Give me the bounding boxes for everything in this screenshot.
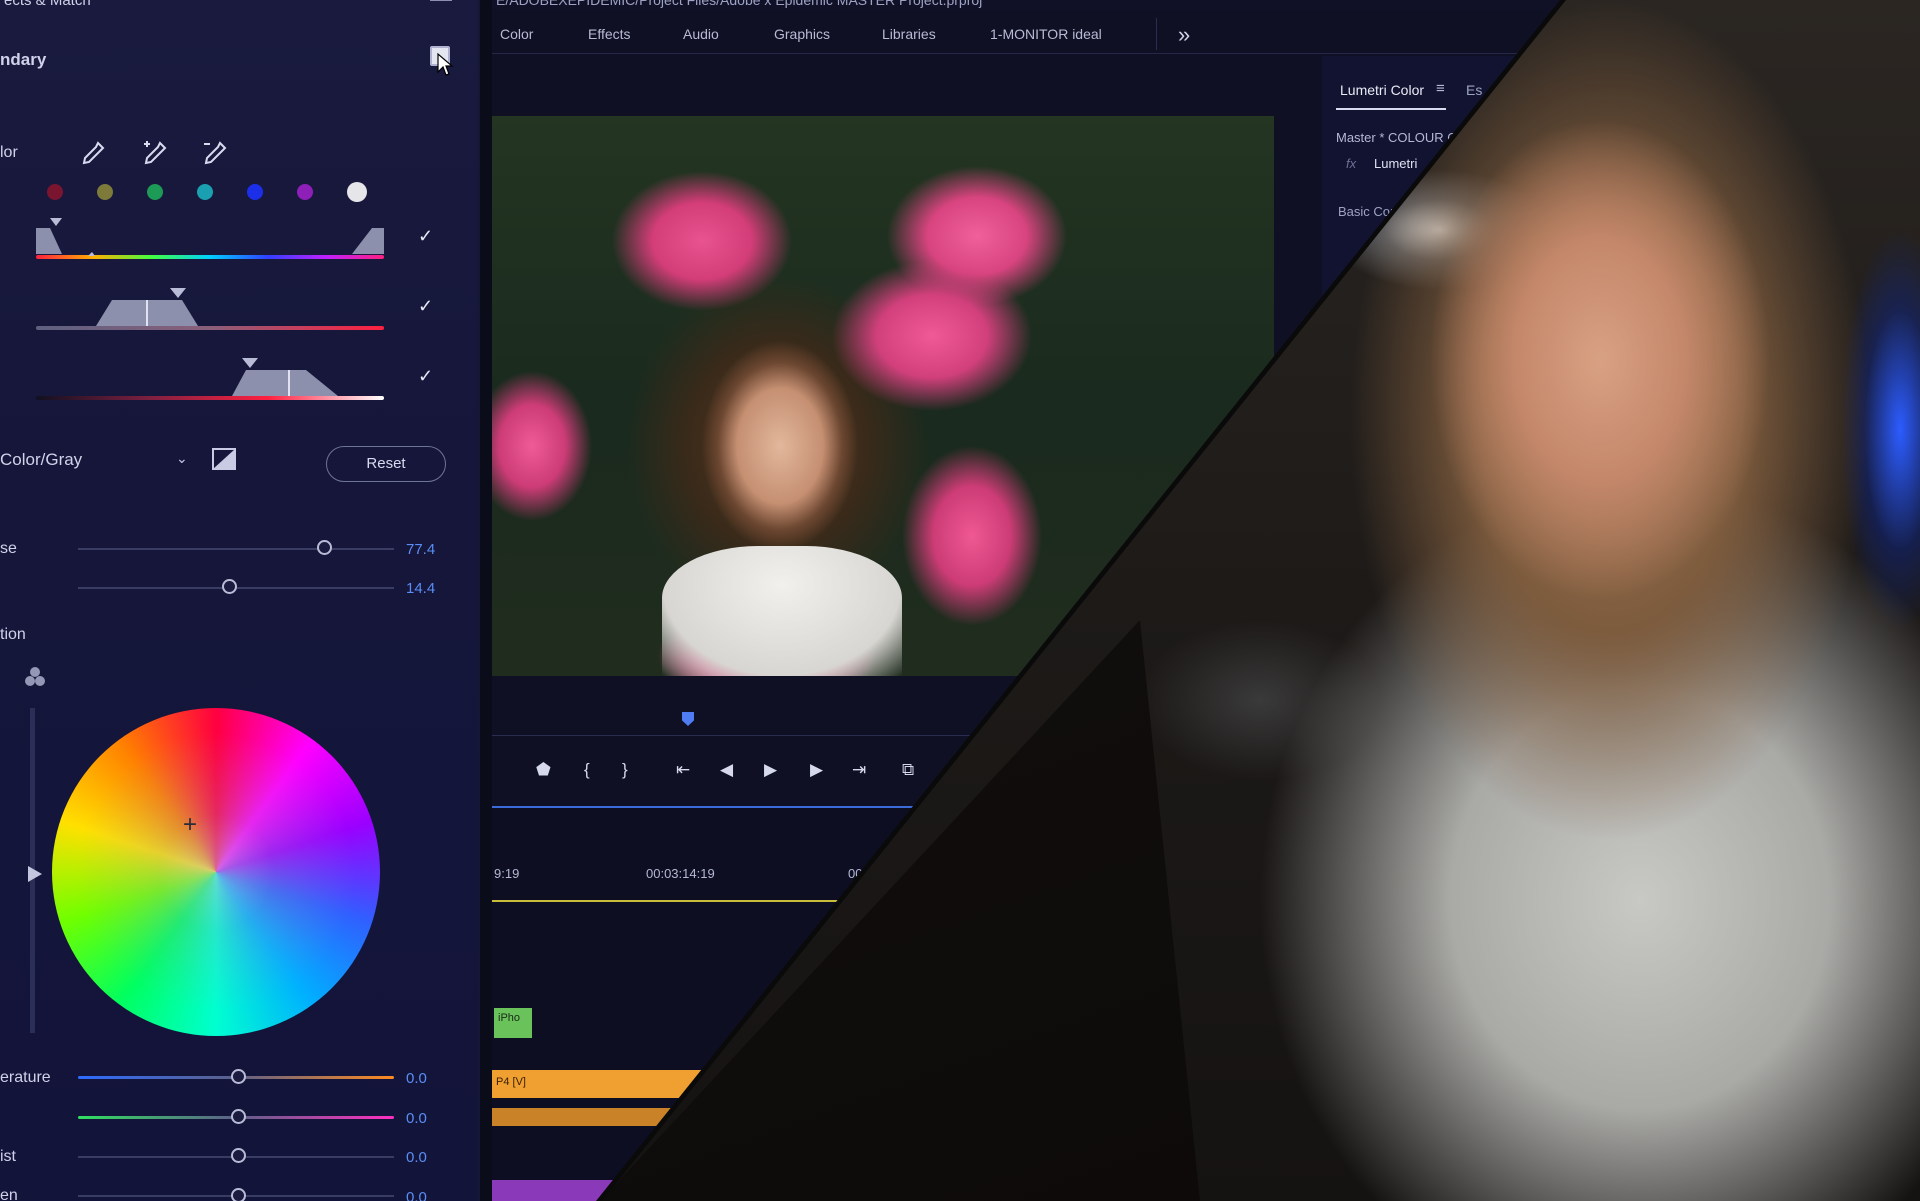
wheel-luma-knob[interactable] <box>28 866 42 882</box>
panel-menu-icon[interactable]: ≡ <box>1436 80 1445 97</box>
saturation-enable-check-icon[interactable]: ✓ <box>418 296 433 317</box>
blur-slider-knob[interactable] <box>222 579 237 594</box>
blur-value[interactable]: 14.4 <box>406 580 435 597</box>
hue-range-handles[interactable] <box>36 214 384 256</box>
step-forward-icon[interactable]: ▶ <box>810 760 823 780</box>
panel-header: ects & Match <box>4 0 91 9</box>
luminance-range-handles[interactable] <box>36 354 384 398</box>
tab-lumetri-color[interactable]: Lumetri Color <box>1340 82 1424 98</box>
add-marker-icon[interactable]: ⬟ <box>536 760 551 780</box>
swatch-cyan[interactable] <box>197 184 213 200</box>
contrast-slider-knob[interactable] <box>231 1148 246 1163</box>
denoise-slider-track[interactable] <box>78 548 394 550</box>
active-tab-underline <box>1336 108 1446 110</box>
tab-color[interactable]: Color <box>500 26 533 42</box>
lumetri-secondary-panel: ects & Match ndary lor ✓ ✓ ✓ Color/Gray … <box>0 0 480 1201</box>
luminance-enable-check-icon[interactable]: ✓ <box>418 366 433 387</box>
hue-enable-check-icon[interactable]: ✓ <box>418 226 433 247</box>
secondary-section-label: ndary <box>0 50 47 69</box>
sharpen-value[interactable]: 0.0 <box>406 1189 427 1201</box>
swatch-magenta[interactable] <box>297 184 313 200</box>
color-wheel-crosshair-icon[interactable]: + <box>183 811 197 839</box>
three-wheel-toggle-icon[interactable] <box>24 666 46 688</box>
reset-button[interactable]: Reset <box>326 446 446 482</box>
tab-libraries[interactable]: Libraries <box>882 26 936 42</box>
saturation-range-handles[interactable] <box>36 284 384 328</box>
mark-out-icon[interactable]: } <box>622 760 628 780</box>
tab-audio[interactable]: Audio <box>683 26 719 42</box>
eyedropper-add-icon[interactable] <box>140 138 170 168</box>
contrast-label: ist <box>0 1148 16 1165</box>
swatch-white[interactable] <box>347 182 367 202</box>
work-area-bar[interactable] <box>492 900 852 902</box>
temperature-label: erature <box>0 1069 51 1086</box>
swatch-yellow[interactable] <box>97 184 113 200</box>
more-workspaces-icon[interactable]: » <box>1178 22 1190 48</box>
timeline-clip-graphic[interactable]: iPho <box>494 1008 532 1038</box>
mouse-cursor-icon <box>437 52 454 76</box>
mark-in-icon[interactable]: { <box>584 760 590 780</box>
insert-icon[interactable]: ⧉ <box>902 760 914 780</box>
eyedropper-icon[interactable] <box>78 138 108 168</box>
swatch-red[interactable] <box>47 184 63 200</box>
swatch-green[interactable] <box>147 184 163 200</box>
denoise-value[interactable]: 77.4 <box>406 541 435 558</box>
go-to-in-icon[interactable]: ⇤ <box>676 760 690 780</box>
step-back-icon[interactable]: ◀ <box>720 760 733 780</box>
basic-correction-header[interactable]: Basic Cor <box>1338 204 1394 219</box>
color-key-label: lor <box>0 144 18 161</box>
tab-1-monitor-ideal[interactable]: 1-MONITOR ideal <box>990 26 1102 42</box>
invert-mask-icon[interactable] <box>212 448 236 470</box>
tab-effects[interactable]: Effects <box>588 26 631 42</box>
color-gray-dropdown-value[interactable]: Color/Gray <box>0 450 82 470</box>
preview-subject-dress <box>662 546 902 676</box>
project-path: E/ADOBEXEPIDEMIC/Project Files/Adobe x E… <box>496 0 983 8</box>
temperature-value[interactable]: 0.0 <box>406 1070 427 1087</box>
tint-slider-knob[interactable] <box>231 1109 246 1124</box>
timecode-mid: 00:03:14:19 <box>646 866 715 881</box>
swatch-blue[interactable] <box>247 184 263 200</box>
tint-value[interactable]: 0.0 <box>406 1110 427 1127</box>
denoise-label: se <box>0 540 17 557</box>
master-clip-label[interactable]: Master * COLOUR C <box>1336 130 1457 145</box>
correction-section-label: tion <box>0 626 26 643</box>
panel-collapse-icon[interactable] <box>430 0 452 1</box>
denoise-slider-knob[interactable] <box>317 540 332 555</box>
timecode-left: 9:19 <box>494 866 520 881</box>
temperature-slider-knob[interactable] <box>231 1069 246 1084</box>
chevron-down-icon[interactable]: ⌄ <box>176 450 188 467</box>
eyedropper-subtract-icon[interactable] <box>200 138 230 168</box>
tab-essential[interactable]: Es <box>1466 82 1482 98</box>
contrast-value[interactable]: 0.0 <box>406 1149 427 1166</box>
effect-name[interactable]: Lumetri <box>1374 156 1417 171</box>
color-wheel[interactable] <box>52 708 380 1036</box>
sharpen-label: en <box>0 1187 18 1201</box>
tab-graphics[interactable]: Graphics <box>774 26 830 42</box>
go-to-out-icon[interactable]: ⇥ <box>852 760 866 780</box>
play-icon[interactable]: ▶ <box>764 760 777 780</box>
sharpen-slider-knob[interactable] <box>231 1188 246 1201</box>
fx-badge[interactable]: fx <box>1346 156 1356 171</box>
tab-divider <box>1156 18 1157 50</box>
